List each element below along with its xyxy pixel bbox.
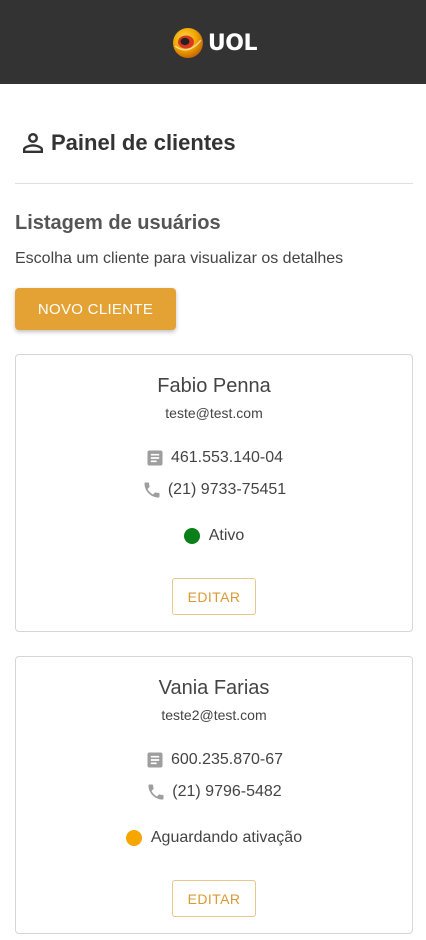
section-subtitle: Listagem de usuários xyxy=(15,212,221,234)
edit-client-button[interactable]: EDITAR xyxy=(172,880,256,917)
client-status: Aguardando ativação xyxy=(16,829,412,847)
client-document: 461.553.140-04 xyxy=(16,448,412,468)
client-phone-value: (21) 9733-75451 xyxy=(167,481,287,498)
phone-icon xyxy=(148,784,164,800)
logo-text: UOL xyxy=(207,30,258,56)
status-indicator xyxy=(125,830,142,846)
client-phone: (21) 9796-5482 xyxy=(16,782,412,802)
new-client-button[interactable]: NOVO CLIENTE xyxy=(15,288,176,330)
client-card: Vania Farias teste2@test.com 600.235.870… xyxy=(15,656,413,934)
edit-client-button[interactable]: EDITAR xyxy=(172,578,256,615)
client-status: Ativo xyxy=(16,527,412,545)
section-hint: Escolha um cliente para visualizar os de… xyxy=(15,250,344,267)
phone-icon xyxy=(144,482,160,498)
client-name: Fabio Penna xyxy=(157,375,271,397)
document-icon xyxy=(147,752,163,768)
client-document-value: 461.553.140-04 xyxy=(170,449,284,466)
status-text: Aguardando ativação xyxy=(150,829,303,846)
page-title-row: Painel de clientes xyxy=(18,126,236,160)
person-icon xyxy=(23,133,43,153)
client-phone: (21) 9733-75451 xyxy=(16,480,412,500)
status-indicator xyxy=(183,528,200,544)
client-email: teste@test.com xyxy=(165,405,263,421)
client-phone-value: (21) 9796-5482 xyxy=(172,783,282,800)
status-text: Ativo xyxy=(208,527,245,544)
client-card: Fabio Penna teste@test.com 461.553.140-0… xyxy=(15,354,413,632)
client-email: teste2@test.com xyxy=(161,707,267,723)
page-title: Painel de clientes xyxy=(51,130,236,155)
client-name: Vania Farias xyxy=(158,677,270,699)
client-document-value: 600.235.870-67 xyxy=(170,751,284,768)
top-bar: UOL xyxy=(0,0,426,84)
client-document: 600.235.870-67 xyxy=(16,750,412,770)
uol-logo[interactable]: UOL xyxy=(171,26,258,60)
divider xyxy=(15,183,413,184)
uol-logo-icon xyxy=(172,28,203,58)
document-icon xyxy=(147,450,163,466)
